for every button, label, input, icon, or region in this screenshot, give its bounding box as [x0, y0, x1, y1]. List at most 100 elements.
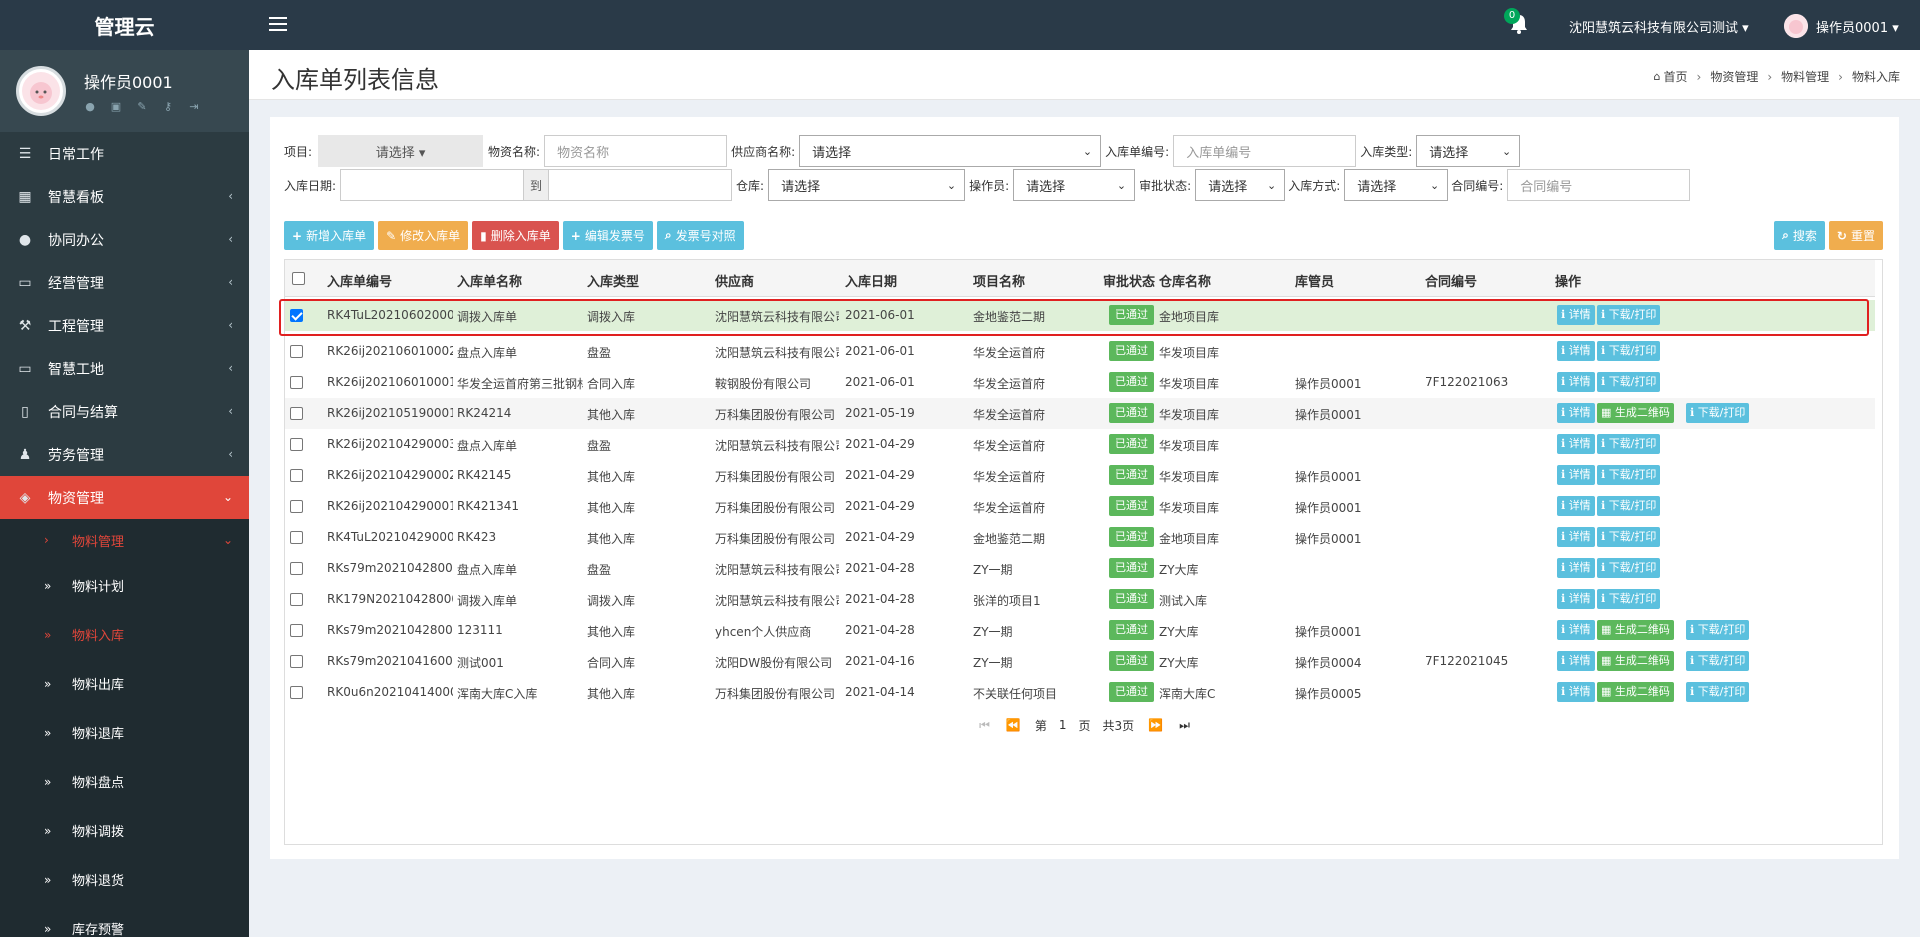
col-supplier[interactable]: 供应商 — [715, 271, 754, 290]
select-all-checkbox[interactable] — [292, 272, 305, 285]
detail-button[interactable]: ℹ 详情 — [1557, 682, 1595, 702]
approval-status-select[interactable]: 请选择 ⌄ — [1195, 169, 1286, 201]
project-select[interactable]: 请选择 ▾ — [318, 135, 484, 167]
row-checkbox[interactable] — [290, 562, 303, 575]
row-checkbox[interactable] — [290, 376, 303, 389]
table-row[interactable]: RKs79m202104280002 盘点入库单 盘盈 沈阳慧筑云科技有限公司 2021… — [285, 553, 1875, 584]
breadcrumb-material-mgmt[interactable]: 物资管理 — [1710, 68, 1758, 85]
sidebar-item-stock-warning[interactable]: » 库存预警 — [0, 904, 249, 937]
sidebar-item-material-plan[interactable]: » 物料计划 — [0, 561, 249, 610]
download-print-button[interactable]: ℹ 下载/打印 — [1597, 589, 1661, 609]
col-project[interactable]: 项目名称 — [973, 271, 1025, 290]
row-checkbox[interactable] — [290, 309, 303, 322]
reset-button[interactable]: ↻ 重置 — [1828, 221, 1883, 250]
detail-button[interactable]: ℹ 详情 — [1557, 465, 1595, 485]
generate-qr-button[interactable]: ▦ 生成二维码 — [1597, 651, 1674, 671]
generate-qr-button[interactable]: ▦ 生成二维码 — [1597, 403, 1674, 423]
download-print-button[interactable]: ℹ 下载/打印 — [1597, 305, 1661, 325]
table-row[interactable]: RK179N202104280001 调拨入库单 调拨入库 沈阳慧筑云科技有限公司 20… — [285, 584, 1875, 615]
detail-button[interactable]: ℹ 详情 — [1557, 651, 1595, 671]
table-row[interactable]: RK26ij202104290003 盘点入库单 盘盈 沈阳慧筑云科技有限公司 2021… — [285, 429, 1875, 460]
row-checkbox[interactable] — [290, 469, 303, 482]
detail-button[interactable]: ℹ 详情 — [1557, 527, 1595, 547]
table-row[interactable]: RKs79m202104280001 123111 其他入库 yhcen个人供应商 20… — [285, 615, 1875, 646]
row-checkbox[interactable] — [290, 500, 303, 513]
col-warehouse[interactable]: 仓库名称 — [1159, 271, 1211, 290]
first-page-icon[interactable]: ⏮ — [979, 718, 990, 733]
download-print-button[interactable]: ℹ 下载/打印 — [1686, 620, 1750, 640]
table-row[interactable]: RK4TuL202104290001 RK423 其他入库 万科集团股份有限公司 202… — [285, 522, 1875, 553]
material-name-input[interactable]: 物资名称 — [544, 135, 728, 167]
sidebar-item-labor-mgmt[interactable]: ♟ 劳务管理 ‹ — [0, 433, 249, 476]
top-user-menu[interactable]: 操作员0001 ▾ — [1784, 14, 1899, 38]
table-row[interactable]: RK26ij202106010002 盘点入库单 盘盈 沈阳慧筑云科技有限公司 2021… — [285, 336, 1875, 367]
download-print-button[interactable]: ℹ 下载/打印 — [1597, 341, 1661, 361]
edit-invoice-button[interactable]: + 编辑发票号 — [562, 221, 653, 250]
download-print-button[interactable]: ℹ 下载/打印 — [1597, 558, 1661, 578]
last-page-icon[interactable]: ⏭ — [1179, 718, 1190, 733]
search-button[interactable]: ⌕ 搜索 — [1774, 221, 1825, 250]
table-row[interactable]: RK26ij202105190001 RK24214 其他入库 万科集团股份有限公司 2… — [285, 398, 1875, 429]
sidebar-item-material-management[interactable]: › 物料管理 ⌄ — [0, 519, 249, 561]
sidebar-item-smart-board[interactable]: ▦ 智慧看板 ‹ — [0, 175, 249, 218]
table-row[interactable]: RK26ij202104290002 RK42145 其他入库 万科集团股份有限公司 2… — [285, 460, 1875, 491]
detail-button[interactable]: ℹ 详情 — [1557, 305, 1595, 325]
detail-button[interactable]: ℹ 详情 — [1557, 620, 1595, 640]
date-from-input[interactable] — [340, 169, 525, 201]
breadcrumb-material-management[interactable]: 物料管理 — [1781, 68, 1829, 85]
table-row[interactable]: RKs79m202104160001 测试001 合同入库 沈阳DW股份有限公司 202… — [285, 646, 1875, 677]
edit-icon[interactable]: ✎ — [136, 101, 148, 113]
download-print-button[interactable]: ℹ 下载/打印 — [1597, 434, 1661, 454]
row-checkbox[interactable] — [290, 438, 303, 451]
col-receipt-type[interactable]: 入库类型 — [587, 271, 639, 290]
sidebar-item-collab-office[interactable]: ● 协同办公 ‹ — [0, 218, 249, 261]
detail-button[interactable]: ℹ 详情 — [1557, 372, 1595, 392]
col-receipt-no[interactable]: 入库单编号 — [327, 271, 392, 290]
detail-button[interactable]: ℹ 详情 — [1557, 589, 1595, 609]
current-page[interactable]: 1 — [1059, 718, 1067, 732]
download-print-button[interactable]: ℹ 下载/打印 — [1597, 372, 1661, 392]
operator-select[interactable]: 请选择 ⌄ — [1013, 169, 1136, 201]
warehouse-select[interactable]: 请选择 ⌄ — [768, 169, 966, 201]
generate-qr-button[interactable]: ▦ 生成二维码 — [1597, 620, 1674, 640]
table-row[interactable]: RK26ij202106010001 华发全运首府第三批钢材 合同入库 鞍钢股份有限公… — [285, 367, 1875, 398]
sidebar-item-material-transfer[interactable]: » 物料调拨 — [0, 806, 249, 855]
row-checkbox[interactable] — [290, 345, 303, 358]
key-icon[interactable]: ⚷ — [162, 101, 174, 113]
brand-logo[interactable]: 管理云 — [0, 0, 249, 50]
download-print-button[interactable]: ℹ 下载/打印 — [1597, 527, 1661, 547]
row-checkbox[interactable] — [290, 624, 303, 637]
detail-button[interactable]: ℹ 详情 — [1557, 496, 1595, 516]
sidebar-item-material-outbound[interactable]: » 物料出库 — [0, 659, 249, 708]
col-contract[interactable]: 合同编号 — [1425, 271, 1477, 290]
date-to-input[interactable] — [548, 169, 733, 201]
sidebar-item-material-return[interactable]: » 物料退库 — [0, 708, 249, 757]
table-row[interactable]: RK0u6n202104140001 浑南大库C入库 其他入库 万科集团股份有限公司 2… — [285, 677, 1875, 708]
detail-button[interactable]: ℹ 详情 — [1557, 434, 1595, 454]
sidebar-item-business-mgmt[interactable]: ▭ 经营管理 ‹ — [0, 261, 249, 304]
col-keeper[interactable]: 库管员 — [1295, 271, 1334, 290]
next-page-icon[interactable]: ⏩ — [1148, 718, 1163, 732]
supplier-select[interactable]: 请选择 ⌄ — [799, 135, 1102, 167]
detail-button[interactable]: ℹ 详情 — [1557, 341, 1595, 361]
col-receipt-name[interactable]: 入库单名称 — [457, 271, 522, 290]
sidebar-item-material-mgmt[interactable]: ◈ 物资管理 ⌄ — [0, 476, 249, 519]
table-row[interactable]: RK4TuL202106020001 调拨入库单 调拨入库 沈阳慧筑云科技有限公司 20… — [285, 300, 1875, 331]
user-icon[interactable]: ● — [84, 101, 96, 113]
contract-no-input[interactable]: 合同编号 — [1507, 169, 1691, 201]
sidebar-item-material-stocktake[interactable]: » 物料盘点 — [0, 757, 249, 806]
download-print-button[interactable]: ℹ 下载/打印 — [1686, 651, 1750, 671]
generate-qr-button[interactable]: ▦ 生成二维码 — [1597, 682, 1674, 702]
download-print-button[interactable]: ℹ 下载/打印 — [1597, 496, 1661, 516]
col-approval[interactable]: 审批状态 — [1103, 271, 1155, 290]
edit-receipt-button[interactable]: ✎ 修改入库单 — [378, 221, 469, 250]
company-dropdown[interactable]: 沈阳慧筑云科技有限公司测试 ▾ — [1569, 17, 1749, 36]
row-checkbox[interactable] — [290, 593, 303, 606]
inbound-method-select[interactable]: 请选择 ⌄ — [1344, 169, 1449, 201]
table-row[interactable]: RK26ij202104290001 RK421341 其他入库 万科集团股份有限公司… — [285, 491, 1875, 522]
id-card-icon[interactable]: ▣ — [110, 101, 122, 113]
invoice-compare-button[interactable]: ⌕ 发票号对照 — [656, 221, 744, 250]
sidebar-item-contract-settlement[interactable]: ▯ 合同与结算 ‹ — [0, 390, 249, 433]
row-checkbox[interactable] — [290, 531, 303, 544]
receipt-no-input[interactable]: 入库单编号 — [1173, 135, 1357, 167]
